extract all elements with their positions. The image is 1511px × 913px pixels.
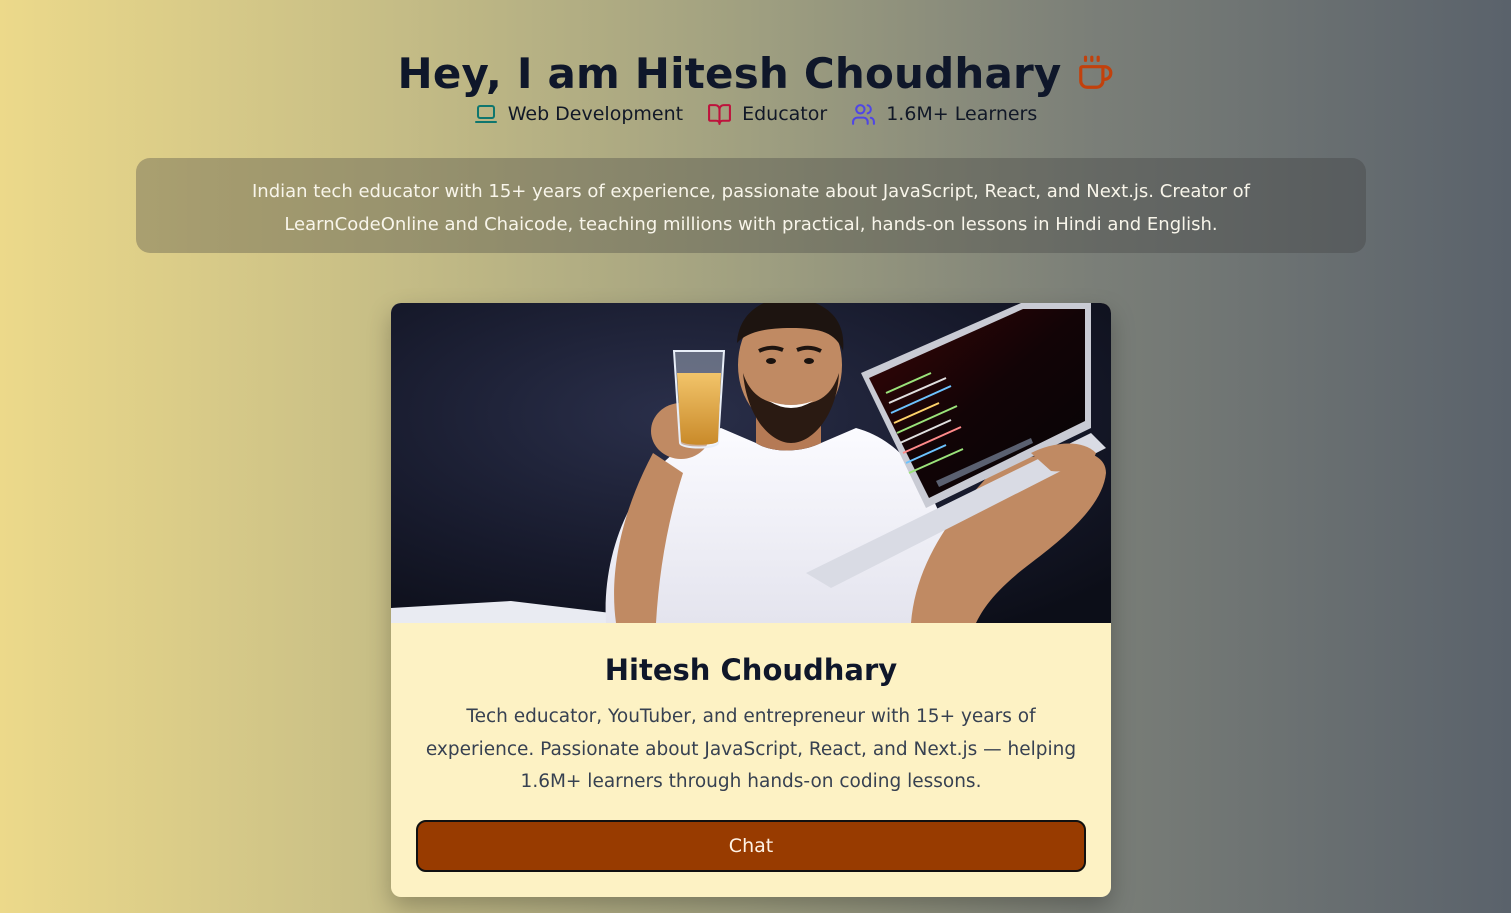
profile-photo: [391, 303, 1111, 623]
tag-label: 1.6M+ Learners: [886, 103, 1038, 125]
profile-card: Hitesh Choudhary Tech educator, YouTuber…: [391, 303, 1111, 897]
users-icon: [851, 102, 876, 127]
tag-label: Educator: [742, 103, 828, 125]
tag-web-development: Web Development: [474, 100, 683, 128]
laptop-icon: [474, 102, 498, 126]
chat-button[interactable]: Chat: [416, 820, 1086, 872]
book-open-icon: [707, 102, 732, 127]
hero-title: Hey, I am Hitesh Choudhary: [0, 46, 1511, 106]
intro-panel: Indian tech educator with 15+ years of e…: [136, 158, 1366, 253]
profile-bio: Tech educator, YouTuber, and entrepreneu…: [425, 706, 1077, 792]
tag-label: Web Development: [507, 103, 684, 125]
hero-title-text: Hey, I am Hitesh Choudhary: [397, 49, 1062, 99]
tag-list: Web Development Educator 1.6M+ Learners: [0, 100, 1511, 128]
coffee-cup-icon: [1076, 50, 1114, 106]
tag-educator: Educator: [707, 100, 827, 128]
profile-name: Hitesh Choudhary: [604, 653, 898, 687]
tag-learners: 1.6M+ Learners: [851, 100, 1037, 128]
intro-text: Indian tech educator with 15+ years of e…: [252, 181, 1250, 235]
